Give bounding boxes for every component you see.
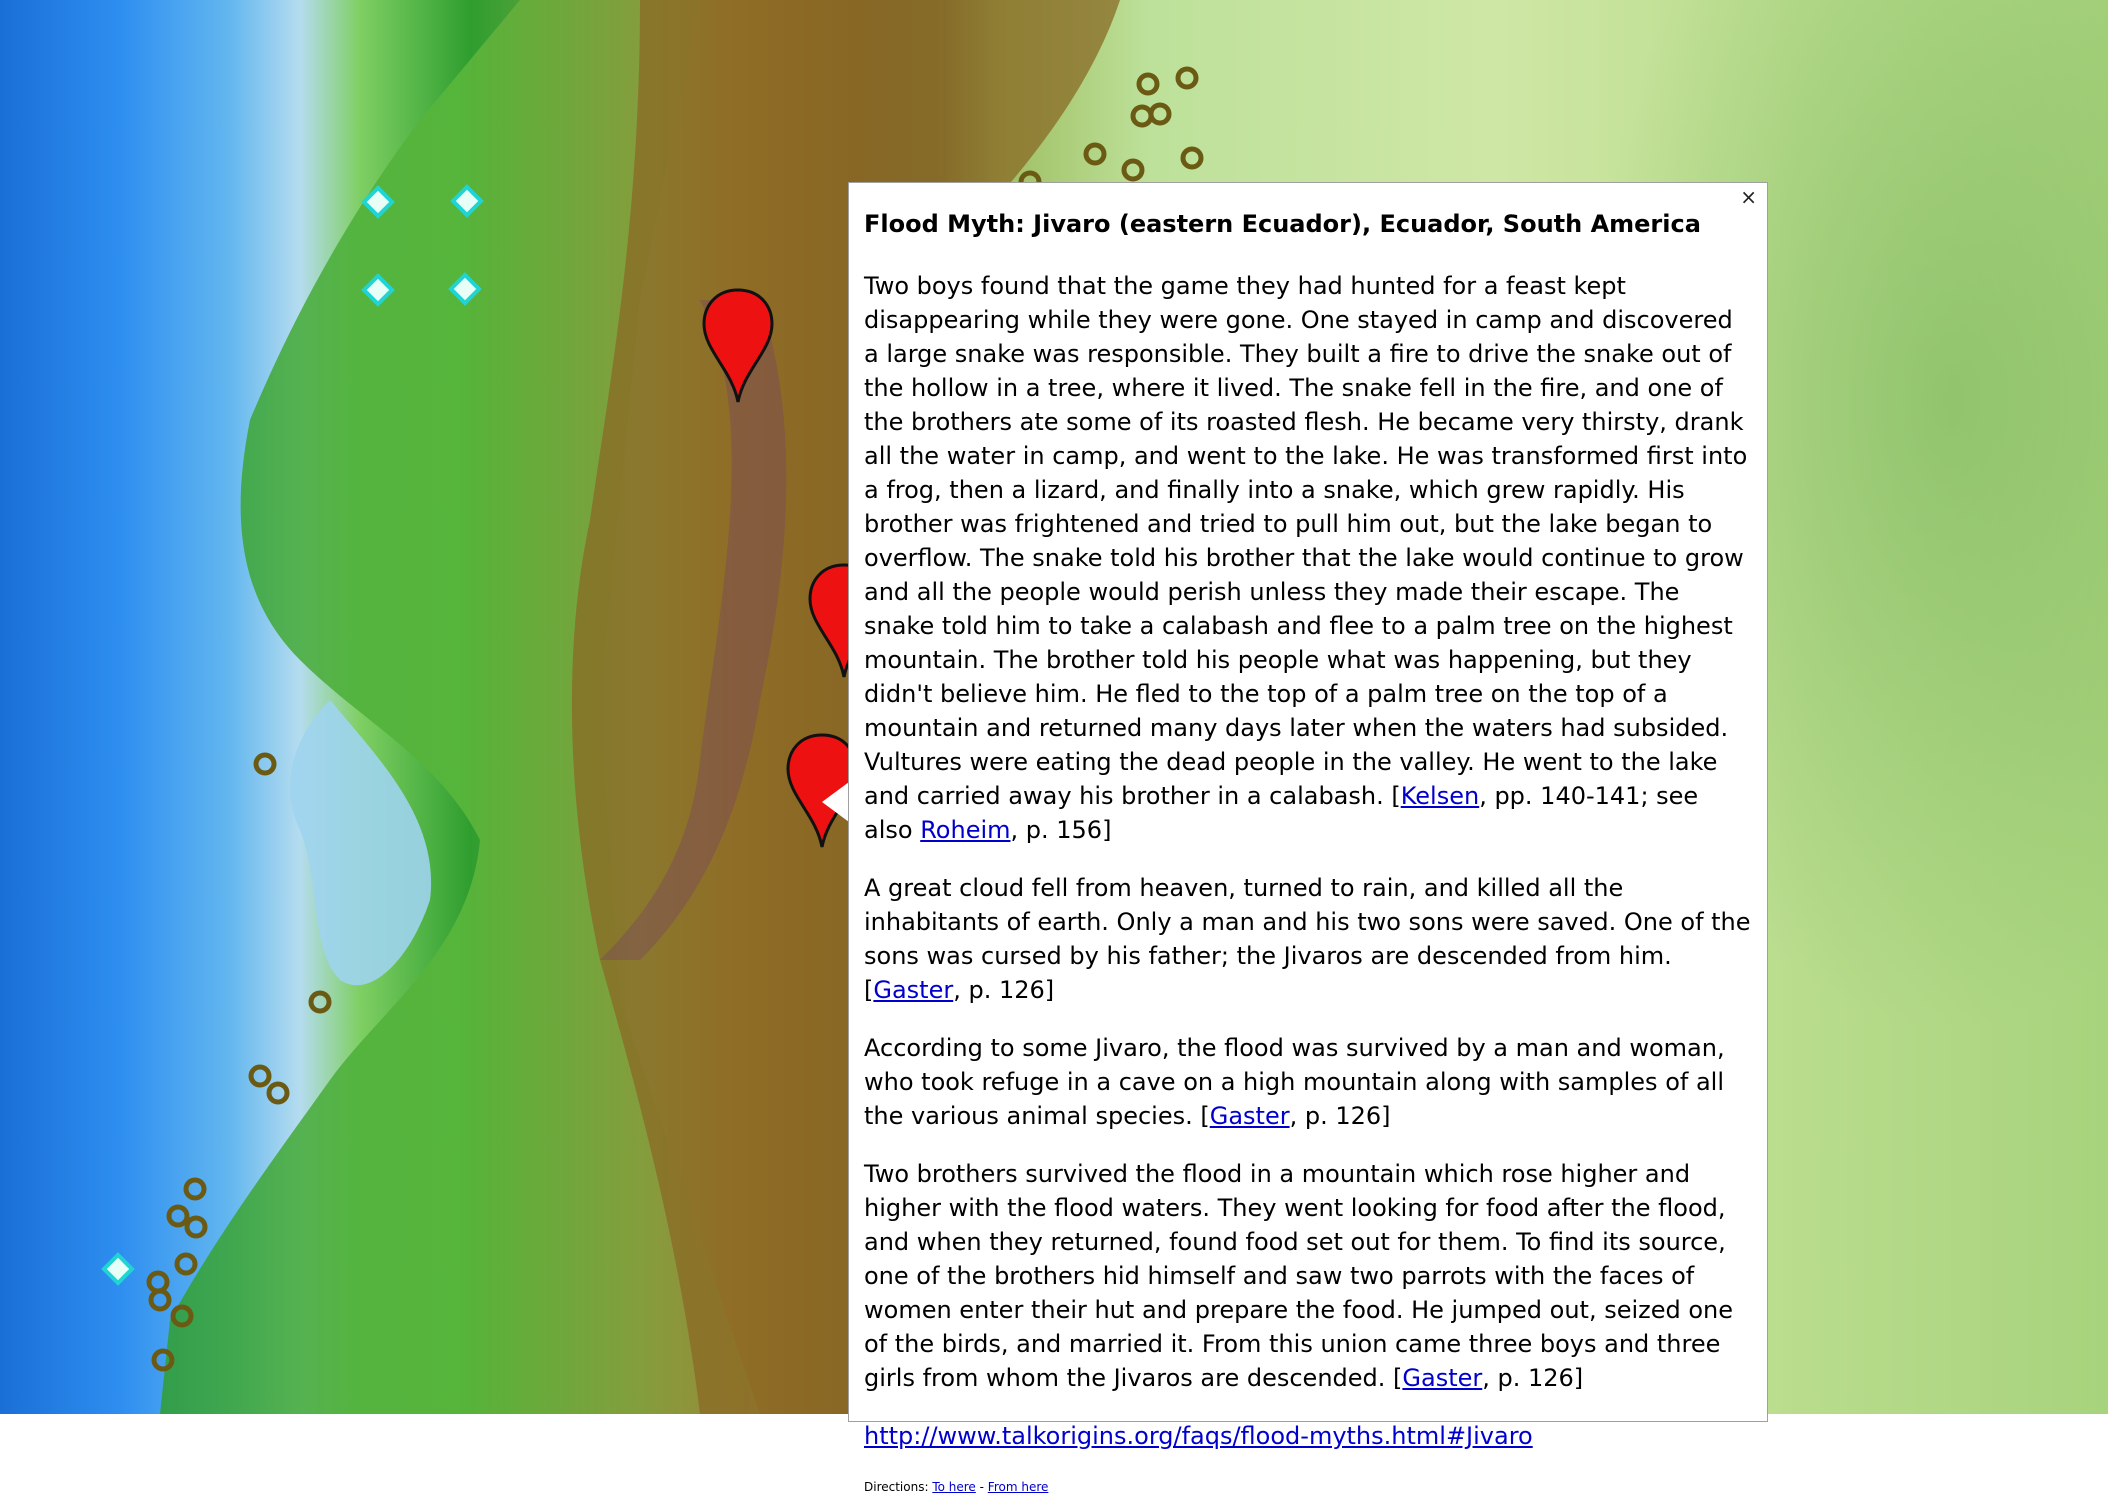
myth-paragraph-4: Two brothers survived the flood in a mou…	[864, 1160, 1734, 1392]
popup-title: Flood Myth: Jivaro (eastern Ecuador), Ec…	[864, 210, 1701, 238]
directions-row: Directions: To here - From here	[864, 1480, 1049, 1494]
brown-ring-icon[interactable]	[248, 1064, 272, 1088]
popup-pointer	[822, 782, 849, 822]
directions-from-here-link[interactable]: From here	[988, 1480, 1049, 1494]
brown-ring-icon[interactable]	[1180, 146, 1204, 170]
source-url-row: http://www.talkorigins.org/faqs/flood-my…	[864, 1419, 1753, 1453]
brown-ring-icon[interactable]	[1175, 66, 1199, 90]
brown-ring-icon[interactable]	[1130, 104, 1154, 128]
directions-to-here-link[interactable]: To here	[932, 1480, 976, 1494]
close-icon[interactable]: ×	[1740, 187, 1757, 207]
roheim-link[interactable]: Roheim	[920, 816, 1010, 844]
brown-ring-icon[interactable]	[308, 990, 332, 1014]
myth-paragraph-3: According to some Jivaro, the flood was …	[864, 1034, 1725, 1130]
brown-ring-icon[interactable]	[1083, 142, 1107, 166]
gaster-link[interactable]: Gaster	[1402, 1364, 1482, 1392]
brown-ring-icon[interactable]	[184, 1215, 208, 1239]
gaster-link[interactable]: Gaster	[1210, 1102, 1290, 1130]
brown-ring-icon[interactable]	[1136, 72, 1160, 96]
gaster-link[interactable]: Gaster	[873, 976, 953, 1004]
myth-paragraph-2: A great cloud fell from heaven, turned t…	[864, 874, 1751, 1004]
brown-ring-icon[interactable]	[166, 1204, 190, 1228]
brown-ring-icon[interactable]	[148, 1288, 172, 1312]
myth-paragraph-1: Two boys found that the game they had hu…	[864, 272, 1748, 844]
kelsen-link[interactable]: Kelsen	[1401, 782, 1479, 810]
brown-ring-icon[interactable]	[1121, 158, 1145, 182]
brown-ring-icon[interactable]	[146, 1270, 170, 1294]
cyan-diamond-icon[interactable]	[101, 1252, 135, 1286]
brown-ring-icon[interactable]	[1148, 102, 1172, 126]
brown-ring-icon[interactable]	[183, 1177, 207, 1201]
brown-ring-icon[interactable]	[174, 1252, 198, 1276]
brown-ring-icon[interactable]	[253, 752, 277, 776]
brown-ring-icon[interactable]	[266, 1081, 290, 1105]
info-window: × Flood Myth: Jivaro (eastern Ecuador), …	[848, 182, 1768, 1494]
source-url-link[interactable]: http://www.talkorigins.org/faqs/flood-my…	[864, 1422, 1533, 1450]
